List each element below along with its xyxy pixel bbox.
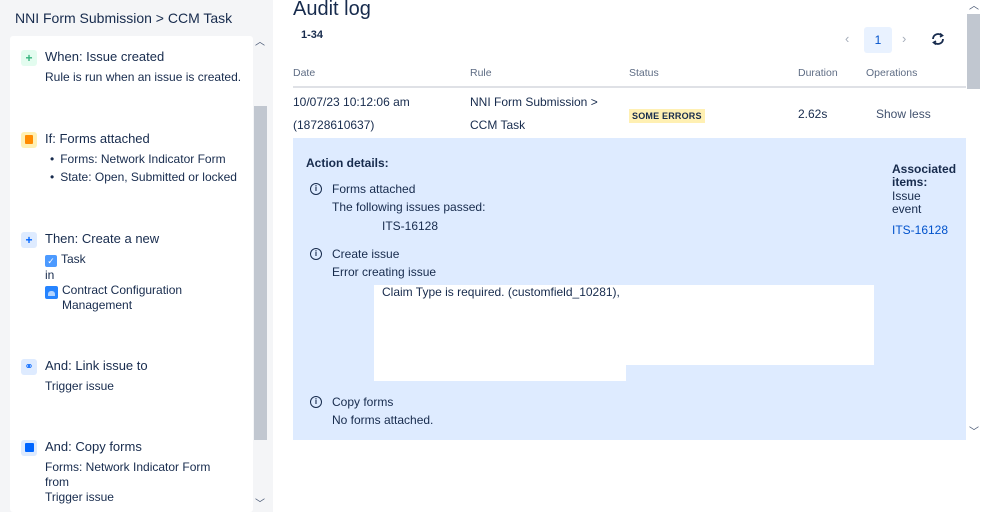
copy-forms-label: Copy forms [332,395,393,409]
form-icon [21,440,37,456]
info-icon: i [310,396,322,408]
refresh-svg [930,31,946,47]
column-header-operations[interactable]: Operations [866,67,917,79]
condition-component[interactable]: If: Forms attached Forms: Network Indica… [10,128,253,188]
row-rule-line2: CCM Task [470,118,525,132]
chevron-down-icon[interactable]: ﹀ [254,498,266,512]
no-forms-text: No forms attached. [332,413,433,427]
create-issue-label: Create issue [332,247,399,261]
rule-panel: NNI Form Submission > CCM Task + When: I… [0,0,273,512]
link-icon: ⚭ [21,359,37,375]
copy-forms-line3: Trigger issue [45,490,114,505]
action-details-title: Action details: [306,156,389,170]
associated-items-title: Associated items: [892,163,956,189]
link-heading: And: Link issue to [45,358,148,373]
link-target: Trigger issue [45,379,114,394]
task-checkbox-icon: ✓ [45,255,57,267]
chevron-up-icon[interactable]: ︿ [968,0,980,14]
row-duration: 2.62s [798,107,827,121]
copy-forms-line2: from [45,475,69,490]
main-scroll-thumb[interactable] [967,14,980,89]
plus-icon: + [21,50,37,66]
chevron-up-icon[interactable]: ︿ [254,36,266,50]
pagination-prev-button[interactable]: ‹ [845,31,849,46]
pagination-next-button[interactable]: › [902,31,906,46]
left-scrollbar[interactable]: ︿ ﹀ [253,36,267,512]
column-header-date[interactable]: Date [293,67,315,79]
create-issue-component[interactable]: + Then: Create a new ✓ Task in Contract C… [10,228,253,318]
trigger-description: Rule is run when an issue is created. [45,70,241,85]
associated-type-line2: event [892,203,921,216]
result-range: 1-34 [301,29,323,41]
create-heading: Then: Create a new [45,231,159,246]
error-detail-box-tail [374,363,626,381]
associated-issue-link[interactable]: ITS-16128 [892,223,948,237]
copy-forms-heading: And: Copy forms [45,439,142,454]
status-badge: SOME ERRORS [629,109,705,123]
project-avatar-icon [45,286,58,299]
info-icon: i [310,248,322,260]
link-issue-component[interactable]: ⚭ And: Link issue to Trigger issue [10,355,253,395]
issue-type-label: Task [61,252,86,266]
copy-forms-line1: Forms: Network Indicator Form [45,460,210,475]
issue-type: ✓ Task [45,252,86,267]
error-detail-text: Claim Type is required. (customfield_102… [382,285,620,299]
project-name-line1: Contract Configuration [62,283,182,298]
column-header-status[interactable]: Status [629,67,659,79]
passed-text: The following issues passed: [332,200,485,214]
associated-items-type: Issue event [892,190,921,216]
trigger-heading: When: Issue created [45,49,164,64]
row-date: 10/07/23 10:12:06 am [293,95,410,109]
copy-forms-component[interactable]: And: Copy forms Forms: Network Indicator… [10,436,253,512]
row-rule-line1: NNI Form Submission > [470,95,598,109]
column-header-duration[interactable]: Duration [798,67,838,79]
condition-icon [21,132,37,148]
page-title: Audit log [293,0,371,21]
row-id: (18728610637) [293,118,374,132]
trigger-component[interactable]: + When: Issue created Rule is run when a… [10,46,253,96]
info-icon: i [310,183,322,195]
refresh-icon[interactable] [930,31,946,52]
show-less-link[interactable]: Show less [876,107,931,121]
left-scroll-thumb[interactable] [254,106,267,440]
table-header-divider [293,86,966,88]
rule-title: NNI Form Submission > CCM Task [15,10,232,26]
passed-issue-key: ITS-16128 [382,219,438,233]
column-header-rule[interactable]: Rule [470,67,492,79]
error-text: Error creating issue [332,265,436,279]
in-label: in [45,268,54,283]
condition-state: State: Open, Submitted or locked [46,170,237,185]
plus-icon: + [21,232,37,248]
project-name-line2: Management [62,298,132,313]
pagination-page-1[interactable]: 1 [864,27,892,53]
rule-components-list[interactable]: + When: Issue created Rule is run when a… [10,36,253,512]
action-details-panel: Action details: i Forms attached The fol… [293,138,966,440]
chevron-down-icon[interactable]: ﹀ [968,426,980,440]
main-scrollbar[interactable]: ︿ ﹀ [966,0,981,440]
condition-heading: If: Forms attached [45,131,150,146]
forms-attached-label: Forms attached [332,182,415,196]
condition-forms: Forms: Network Indicator Form [46,152,226,167]
